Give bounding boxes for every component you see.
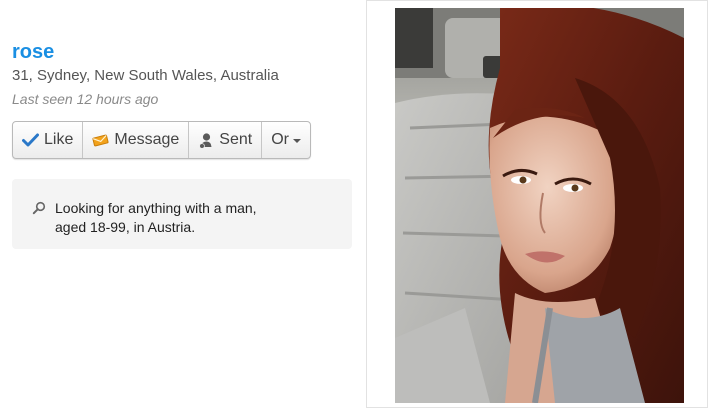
sent-button[interactable]: Sent: [189, 122, 263, 158]
profile-photo-frame: [366, 0, 708, 408]
like-button-label: Like: [44, 131, 74, 148]
more-options-dropdown[interactable]: Or: [262, 122, 310, 158]
looking-for-text: Looking for anything with a man, aged 18…: [55, 199, 315, 237]
looking-for-panel: Looking for anything with a man, aged 18…: [12, 179, 352, 249]
looking-for-line-2: aged 18-99, in Austria.: [55, 219, 196, 235]
chevron-down-icon: [292, 139, 301, 143]
magnifier-icon: [32, 201, 46, 220]
message-button-label: Message: [114, 131, 180, 148]
profile-info: rose 31, Sydney, New South Wales, Austra…: [12, 40, 352, 109]
checkmark-icon: [22, 133, 39, 147]
profile-location: 31, Sydney, New South Wales, Australia: [12, 67, 279, 84]
profile-photo[interactable]: [395, 8, 684, 403]
looking-for-line-1: Looking for anything with a man,: [55, 200, 257, 216]
more-options-label: Or: [271, 131, 289, 148]
message-button[interactable]: Message: [83, 122, 190, 158]
like-button[interactable]: Like: [13, 122, 84, 158]
envelope-icon: [92, 134, 109, 147]
profile-name[interactable]: rose: [12, 40, 352, 64]
person-sent-icon: [198, 132, 214, 149]
last-seen-status: Last seen 12 hours ago: [12, 91, 159, 107]
profile-action-buttons: Like Message Sent Or: [12, 121, 311, 159]
sent-button-label: Sent: [219, 131, 253, 148]
